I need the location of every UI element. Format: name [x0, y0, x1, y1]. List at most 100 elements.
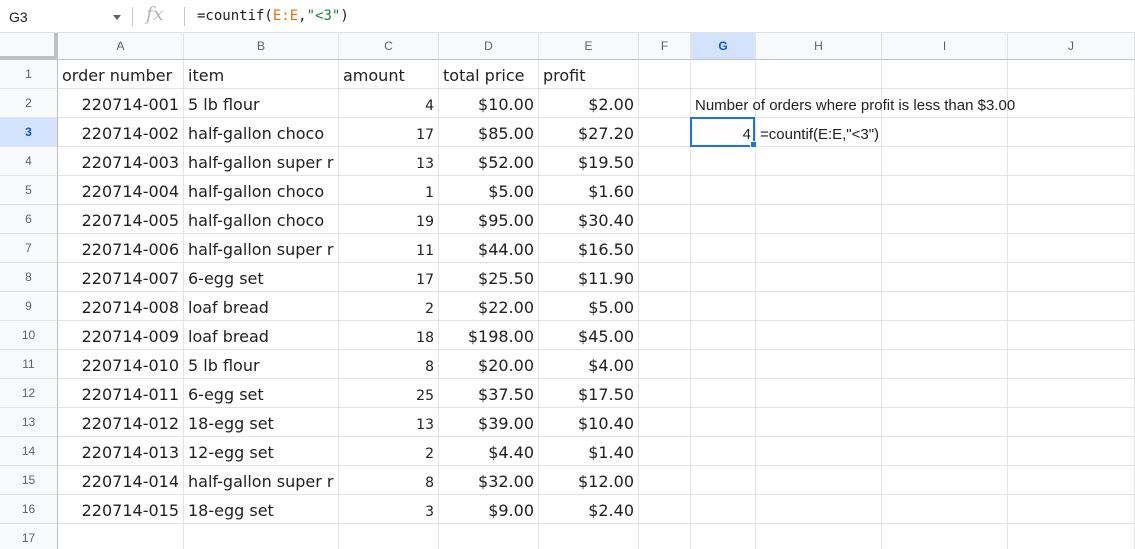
cell-i8[interactable] — [882, 263, 1008, 292]
order-number-cell[interactable]: 220714-003 — [58, 147, 184, 176]
column-header-c[interactable]: C — [339, 33, 439, 60]
header-order-number[interactable]: order number — [58, 60, 184, 89]
total-price-cell[interactable]: $95.00 — [439, 205, 539, 234]
amount-cell[interactable]: 17 — [339, 263, 439, 292]
row-header-11[interactable]: 11 — [0, 350, 58, 379]
cell-h4[interactable] — [756, 147, 882, 176]
cell-c17[interactable] — [339, 524, 439, 549]
total-price-cell[interactable]: $32.00 — [439, 466, 539, 495]
cell-f1[interactable] — [639, 60, 691, 89]
row-header-2[interactable]: 2 — [0, 89, 58, 118]
row-header-4[interactable]: 4 — [0, 147, 58, 176]
cell-g6[interactable] — [691, 205, 756, 234]
cell-j6[interactable] — [1008, 205, 1135, 234]
amount-cell[interactable]: 25 — [339, 379, 439, 408]
cell-h7[interactable] — [756, 234, 882, 263]
total-price-cell[interactable]: $22.00 — [439, 292, 539, 321]
cell-j10[interactable] — [1008, 321, 1135, 350]
cell-g12[interactable] — [691, 379, 756, 408]
order-number-cell[interactable]: 220714-011 — [58, 379, 184, 408]
order-number-cell[interactable]: 220714-006 — [58, 234, 184, 263]
header-total-price[interactable]: total price — [439, 60, 539, 89]
cell-j7[interactable] — [1008, 234, 1135, 263]
chevron-down-icon[interactable] — [113, 15, 121, 20]
order-number-cell[interactable]: 220714-004 — [58, 176, 184, 205]
cell-h17[interactable] — [756, 524, 882, 549]
row-header-8[interactable]: 8 — [0, 263, 58, 292]
cell-i15[interactable] — [882, 466, 1008, 495]
profit-cell[interactable]: $19.50 — [539, 147, 639, 176]
cell-g7[interactable] — [691, 234, 756, 263]
cell-i1[interactable] — [882, 60, 1008, 89]
profit-cell[interactable]: $2.40 — [539, 495, 639, 524]
cell-g5[interactable] — [691, 176, 756, 205]
row-header-3[interactable]: 3 — [0, 118, 58, 147]
cell-f7[interactable] — [639, 234, 691, 263]
cell-f16[interactable] — [639, 495, 691, 524]
item-cell[interactable]: loaf bread — [184, 292, 339, 321]
amount-cell[interactable]: 4 — [339, 89, 439, 118]
cell-j14[interactable] — [1008, 437, 1135, 466]
cell-h5[interactable] — [756, 176, 882, 205]
cell-f9[interactable] — [639, 292, 691, 321]
header-amount[interactable]: amount — [339, 60, 439, 89]
cell-g4[interactable] — [691, 147, 756, 176]
column-header-b[interactable]: B — [184, 33, 339, 60]
cell-i5[interactable] — [882, 176, 1008, 205]
column-header-e[interactable]: E — [539, 33, 639, 60]
cell-f10[interactable] — [639, 321, 691, 350]
cell-h15[interactable] — [756, 466, 882, 495]
cell-j8[interactable] — [1008, 263, 1135, 292]
item-cell[interactable]: 6-egg set — [184, 263, 339, 292]
amount-cell[interactable]: 18 — [339, 321, 439, 350]
order-number-cell[interactable]: 220714-009 — [58, 321, 184, 350]
formula-text-cell[interactable]: =countif(E:E,"<3") — [756, 118, 956, 147]
column-header-i[interactable]: I — [882, 33, 1008, 60]
amount-cell[interactable]: 11 — [339, 234, 439, 263]
header-item[interactable]: item — [184, 60, 339, 89]
cell-h9[interactable] — [756, 292, 882, 321]
profit-cell[interactable]: $27.20 — [539, 118, 639, 147]
order-number-cell[interactable]: 220714-001 — [58, 89, 184, 118]
cell-j3[interactable] — [1008, 118, 1135, 147]
column-header-g[interactable]: G — [691, 33, 756, 60]
cell-g11[interactable] — [691, 350, 756, 379]
column-header-h[interactable]: H — [756, 33, 882, 60]
amount-cell[interactable]: 19 — [339, 205, 439, 234]
cell-j17[interactable] — [1008, 524, 1135, 549]
profit-cell[interactable]: $16.50 — [539, 234, 639, 263]
profit-cell[interactable]: $11.90 — [539, 263, 639, 292]
item-cell[interactable]: half-gallon super r — [184, 147, 339, 176]
item-cell[interactable]: half-gallon choco — [184, 176, 339, 205]
column-header-d[interactable]: D — [439, 33, 539, 60]
cell-i10[interactable] — [882, 321, 1008, 350]
row-header-15[interactable]: 15 — [0, 466, 58, 495]
cell-j9[interactable] — [1008, 292, 1135, 321]
profit-cell[interactable]: $2.00 — [539, 89, 639, 118]
cell-i11[interactable] — [882, 350, 1008, 379]
cell-i13[interactable] — [882, 408, 1008, 437]
cell-i7[interactable] — [882, 234, 1008, 263]
column-header-j[interactable]: J — [1008, 33, 1135, 60]
item-cell[interactable]: 6-egg set — [184, 379, 339, 408]
profit-cell[interactable]: $45.00 — [539, 321, 639, 350]
cell-i4[interactable] — [882, 147, 1008, 176]
total-price-cell[interactable]: $10.00 — [439, 89, 539, 118]
cell-h10[interactable] — [756, 321, 882, 350]
cell-g9[interactable] — [691, 292, 756, 321]
cell-f17[interactable] — [639, 524, 691, 549]
item-cell[interactable]: 5 lb flour — [184, 89, 339, 118]
cell-g17[interactable] — [691, 524, 756, 549]
row-header-7[interactable]: 7 — [0, 234, 58, 263]
cell-f4[interactable] — [639, 147, 691, 176]
select-all-corner[interactable] — [0, 33, 58, 60]
cell-i14[interactable] — [882, 437, 1008, 466]
profit-cell[interactable]: $1.60 — [539, 176, 639, 205]
amount-cell[interactable]: 13 — [339, 408, 439, 437]
row-header-6[interactable]: 6 — [0, 205, 58, 234]
cell-f8[interactable] — [639, 263, 691, 292]
row-header-13[interactable]: 13 — [0, 408, 58, 437]
cell-f5[interactable] — [639, 176, 691, 205]
order-number-cell[interactable]: 220714-014 — [58, 466, 184, 495]
item-cell[interactable]: loaf bread — [184, 321, 339, 350]
